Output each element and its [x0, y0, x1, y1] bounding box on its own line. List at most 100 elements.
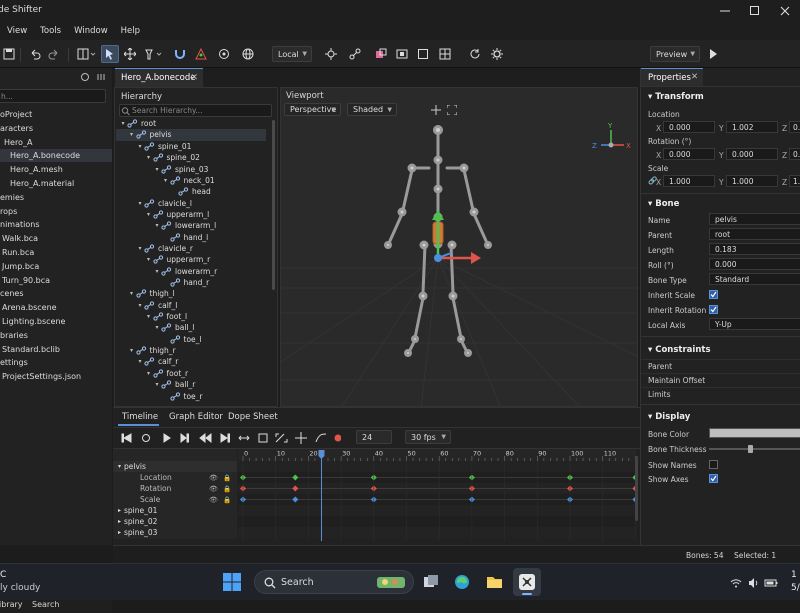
tree-row-pelvis[interactable]: ▾ pelvis	[116, 129, 266, 141]
tab-timeline[interactable]: Timeline	[122, 412, 158, 422]
paint-weights-button[interactable]	[372, 45, 390, 63]
camera-select[interactable]: Perspective ▼	[284, 103, 341, 116]
chevron-down-icon[interactable]: ▾	[136, 358, 144, 365]
timeline-track-area[interactable]: 0102030405060708090100110120	[238, 449, 636, 541]
bone-parent-field[interactable]: root	[709, 228, 800, 240]
shading-select[interactable]: Shaded ▼	[347, 103, 397, 116]
project-tree-item[interactable]: Hero_A	[0, 136, 112, 149]
chevron-down-icon[interactable]: ▾	[128, 131, 136, 138]
chevron-down-icon[interactable]: ▾	[118, 463, 121, 470]
project-tree-item[interactable]: Standard.bclib	[0, 343, 112, 356]
tab-graph-editor[interactable]: Graph Editor	[169, 412, 223, 422]
lock-icon[interactable]: 🔒	[223, 485, 231, 493]
chevron-down-icon[interactable]: ▾	[136, 245, 144, 252]
file-explorer-app[interactable]	[486, 574, 503, 591]
tree-row-hand-r[interactable]: hand_r	[116, 277, 266, 288]
minimize-button[interactable]	[710, 0, 740, 22]
tab-dope-sheet[interactable]: Dope Sheet	[228, 412, 278, 422]
project-tree-item[interactable]: Hero_A.mesh	[0, 163, 112, 176]
track-spine-01[interactable]: ▸ spine_01	[113, 505, 237, 516]
transform-header[interactable]: ▾ Transform	[648, 92, 704, 102]
close-window-button[interactable]	[770, 0, 800, 22]
tree-row-thigh-l[interactable]: ▾ thigh_l	[116, 288, 266, 299]
chevron-down-icon[interactable]: ▾	[153, 324, 161, 331]
tree-row-head[interactable]: head	[116, 186, 266, 197]
inherit-rotation-checkbox[interactable]	[709, 305, 718, 314]
chevron-down-icon[interactable]: ▾	[145, 211, 153, 218]
tree-row-ball-r[interactable]: ▾ ball_r	[116, 379, 266, 390]
close-tab-icon[interactable]: ✕	[190, 73, 198, 83]
tree-row-spine-01[interactable]: ▾ spine_01	[116, 141, 266, 152]
lock-icon[interactable]: 🔒	[223, 474, 231, 482]
clock-date[interactable]: 5/	[791, 583, 800, 593]
select-tool[interactable]	[101, 45, 119, 63]
system-tray[interactable]	[730, 577, 785, 591]
bone-thickness-slider[interactable]	[709, 445, 800, 453]
chevron-right-icon[interactable]: ▸	[118, 507, 121, 514]
tree-row-ball-l[interactable]: ▾ ball_l	[116, 322, 266, 333]
pivot-dropdown[interactable]	[141, 45, 165, 63]
constraint-maintain-offset[interactable]: Maintain Offset	[648, 376, 705, 385]
bone-header[interactable]: ▾ Bone	[648, 199, 679, 209]
chevron-down-icon[interactable]: ▾	[153, 381, 161, 388]
menu-help[interactable]: Help	[121, 26, 140, 36]
eye-icon[interactable]: 👁	[209, 474, 218, 482]
track-rotation[interactable]: Rotation 👁 🔒	[113, 483, 237, 494]
hierarchy-scrollbar[interactable]	[272, 120, 275, 290]
constraint-limits[interactable]: Limits	[648, 390, 671, 399]
bone-color-swatch[interactable]	[709, 428, 800, 438]
frame-selection-button[interactable]	[215, 45, 233, 63]
maximize-button[interactable]	[740, 0, 770, 22]
tree-row-calf-l[interactable]: ▾ calf_l	[116, 300, 266, 311]
chevron-down-icon[interactable]: ▾	[119, 120, 127, 127]
film-button[interactable]	[393, 45, 411, 63]
inherit-scale-checkbox[interactable]	[709, 290, 718, 299]
project-tree-item[interactable]: nimations	[0, 218, 112, 231]
tree-row-hand-l[interactable]: hand_l	[116, 232, 266, 243]
chevron-down-icon[interactable]: ▾	[128, 290, 136, 297]
world-button[interactable]	[239, 45, 257, 63]
project-tree-item[interactable]: ProjectSettings.json	[0, 370, 112, 383]
slider-handle[interactable]	[748, 445, 754, 453]
scale-x-field[interactable]: 1.000	[663, 175, 715, 187]
snap-button[interactable]	[171, 45, 189, 63]
project-tree-item[interactable]: Turn_90.bca	[0, 274, 112, 287]
preview-select[interactable]: Preview ▼	[650, 46, 700, 62]
timeline-scrollbar[interactable]	[635, 456, 638, 521]
weather-temp[interactable]: C	[0, 570, 6, 580]
location-z-field[interactable]: 0.	[789, 121, 800, 133]
chevron-down-icon[interactable]: ▾	[145, 256, 153, 263]
tree-row-upperarm-r[interactable]: ▾ upperarm_r	[116, 254, 266, 265]
project-tree-item[interactable]: aracters	[0, 122, 112, 135]
tree-row-clavicle-l[interactable]: ▾ clavicle_l	[116, 197, 266, 208]
lock-icon[interactable]: 🔒	[223, 496, 231, 504]
eye-icon[interactable]: 👁	[209, 496, 218, 504]
chevron-right-icon[interactable]: ▸	[118, 518, 121, 525]
track-location[interactable]: Location 👁 🔒	[113, 472, 237, 483]
tab-search[interactable]: Search	[32, 600, 59, 609]
tab-hero-a-bonecode[interactable]: Hero_A.bonecode ✕	[115, 68, 203, 87]
scale-y-field[interactable]: 1.000	[726, 175, 778, 187]
project-search-input[interactable]: h...	[0, 89, 106, 103]
display-header[interactable]: ▾ Display	[648, 412, 690, 422]
redo-button[interactable]	[45, 45, 63, 63]
project-tree-item[interactable]: Walk.bca	[0, 232, 112, 245]
project-tree-item[interactable]: rops	[0, 205, 112, 218]
project-tree-item[interactable]: Arena.bscene	[0, 301, 112, 314]
viewport-scene[interactable]: Y X Z	[281, 118, 638, 407]
weather-desc[interactable]: ly cloudy	[0, 583, 40, 593]
space-select[interactable]: Local ▼	[272, 46, 312, 62]
local-axis-select[interactable]: Y-Up	[709, 318, 800, 330]
project-tree-item[interactable]: Jump.bca	[0, 260, 112, 273]
tree-row-calf-r[interactable]: ▾ calf_r	[116, 356, 266, 367]
bone-mode-button[interactable]	[322, 45, 340, 63]
chevron-down-icon[interactable]: ▾	[136, 143, 144, 150]
close-tab-icon[interactable]: ✕	[691, 72, 698, 82]
project-tree-item[interactable]: ettings	[0, 356, 112, 369]
bone-type-select[interactable]: Standard	[709, 273, 800, 285]
chevron-right-icon[interactable]: ▸	[118, 529, 121, 536]
tab-properties[interactable]: Properties ✕	[641, 68, 703, 86]
tree-row-toe-l[interactable]: toe_l	[116, 334, 266, 345]
rotation-y-field[interactable]: 0.000	[726, 148, 778, 160]
menu-window[interactable]: Window	[74, 26, 108, 36]
